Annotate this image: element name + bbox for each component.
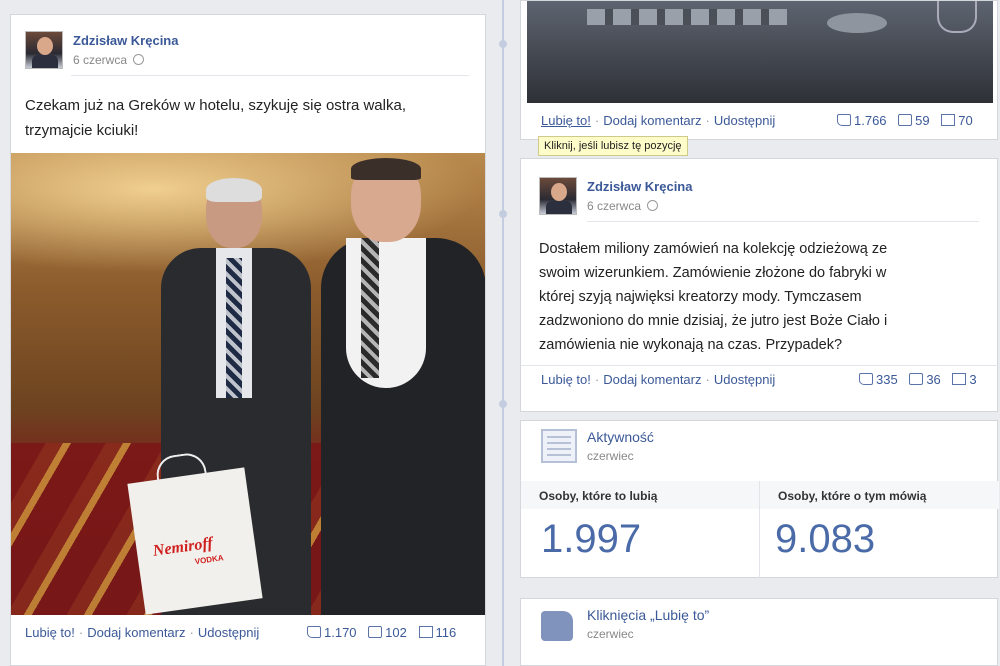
comment-count[interactable]: 102 [385, 625, 407, 640]
post-text-line: trzymajcie kciuki! [25, 122, 139, 139]
activity-icon [541, 429, 577, 463]
thumbs-up-icon [307, 626, 321, 638]
thumbs-up-icon [859, 373, 873, 385]
post-text: Czekam już na Greków w hotelu, szykuję s… [25, 93, 406, 143]
post-text-line: Dostałem miliony zamówień na kolekcję od… [539, 241, 888, 257]
post-actions: Lubię to! · Dodaj komentarz · Udostępnij [541, 113, 776, 128]
globe-icon [133, 54, 145, 65]
comment-icon [898, 114, 913, 126]
post-date-text[interactable]: 6 czerwca [73, 53, 127, 67]
comment-icon [368, 626, 383, 638]
share-icon [418, 626, 433, 638]
post-date[interactable]: 6 czerwca [73, 53, 145, 67]
post-counts: 1.170 102 116 [307, 625, 456, 640]
post-header: Zdzisław Kręcina 6 czerwca [25, 31, 178, 69]
share-count[interactable]: 3 [969, 372, 976, 387]
share-count[interactable]: 70 [958, 113, 972, 128]
comment-link[interactable]: Dodaj komentarz [87, 625, 185, 640]
timeline-dot [499, 210, 507, 218]
like-count[interactable]: 1.170 [324, 625, 357, 640]
activity-subtitle: czerwiec [587, 449, 634, 463]
comment-link[interactable]: Dodaj komentarz [603, 113, 701, 128]
likes-stat-header: Osoby, które to lubią [521, 481, 759, 509]
share-link[interactable]: Udostępnij [714, 372, 775, 387]
timeline-line [502, 0, 504, 666]
post-header: Zdzisław Kręcina 6 czerwca [539, 177, 692, 215]
avatar[interactable] [25, 31, 63, 69]
activity-title[interactable]: Aktywność [587, 429, 654, 445]
thumbs-up-icon [837, 114, 851, 126]
post-text-line: Czekam już na Greków w hotelu, szykuję s… [25, 97, 406, 114]
share-link[interactable]: Udostępnij [198, 625, 259, 640]
post-photo[interactable]: Nemiroff VODKA [11, 153, 485, 615]
like-count[interactable]: 335 [876, 372, 898, 387]
left-post-card: Zdzisław Kręcina 6 czerwca Czekam już na… [10, 14, 486, 666]
like-link[interactable]: Lubię to! [541, 113, 591, 128]
post-date[interactable]: 6 czerwca [587, 199, 659, 213]
timeline-dot [499, 400, 507, 408]
post-text-line: zadzwoniono do mnie dzisiaj, że jutro je… [539, 313, 888, 329]
like-count[interactable]: 1.766 [854, 113, 887, 128]
likes-widget-title[interactable]: Kliknięcia „Lubię to” [587, 607, 709, 623]
right-top-post-card: Lubię to! · Dodaj komentarz · Udostępnij 1.7… [520, 0, 998, 140]
comment-link[interactable]: Dodaj komentarz [603, 372, 701, 387]
comment-count[interactable]: 59 [915, 113, 929, 128]
avatar[interactable] [539, 177, 577, 215]
post-counts: 1.766 59 70 [837, 113, 973, 128]
share-count[interactable]: 116 [436, 625, 457, 640]
share-link[interactable]: Udostępnij [714, 113, 775, 128]
likes-widget: Kliknięcia „Lubię to” czerwiec [520, 598, 998, 666]
post-counts: 335 36 3 [859, 372, 977, 387]
divider [71, 75, 469, 76]
author-name[interactable]: Zdzisław Kręcina [73, 33, 178, 48]
thumbs-up-icon [541, 611, 573, 641]
bag-sub: VODKA [194, 553, 225, 567]
globe-icon [647, 200, 659, 211]
comment-icon [909, 373, 924, 385]
photo-person-right [321, 158, 485, 615]
post-date-text[interactable]: 6 czerwca [587, 199, 641, 213]
like-link[interactable]: Lubię to! [25, 625, 75, 640]
post-text-line: swoim wizerunkiem. Zamówienie złożone do… [539, 265, 887, 281]
share-icon [941, 114, 956, 126]
author-name[interactable]: Zdzisław Kręcina [587, 179, 692, 194]
likes-stat-value[interactable]: 1.997 [541, 517, 641, 562]
post-actions: Lubię to! · Dodaj komentarz · Udostępnij [25, 625, 260, 640]
talking-stat-header: Osoby, które o tym mówią [760, 481, 999, 509]
divider [521, 365, 999, 366]
post-text-line: której szyją najwięksi kreatorzy mody. T… [539, 289, 862, 305]
post-text: Dostałem miliony zamówień na kolekcję od… [539, 237, 887, 357]
timeline-dot [499, 40, 507, 48]
like-link[interactable]: Lubię to! [541, 372, 591, 387]
comment-count[interactable]: 36 [926, 372, 940, 387]
divider [587, 221, 979, 222]
right-post-card: Zdzisław Kręcina 6 czerwca Dostałem mili… [520, 158, 999, 412]
talking-stat-value[interactable]: 9.083 [775, 517, 875, 562]
stat-divider [759, 481, 760, 579]
like-tooltip: Kliknij, jeśli lubisz tę pozycję [538, 136, 688, 156]
post-photo[interactable] [527, 1, 993, 103]
share-icon [952, 373, 967, 385]
post-text-line: zamówienia nie wykonają na czas. Przypad… [539, 337, 843, 353]
activity-widget: Aktywność czerwiec Osoby, które to lubią… [520, 420, 999, 579]
post-actions: Lubię to! · Dodaj komentarz · Udostępnij [541, 372, 776, 387]
likes-widget-subtitle: czerwiec [587, 627, 634, 641]
photo-shopping-bag: Nemiroff VODKA [127, 450, 263, 615]
